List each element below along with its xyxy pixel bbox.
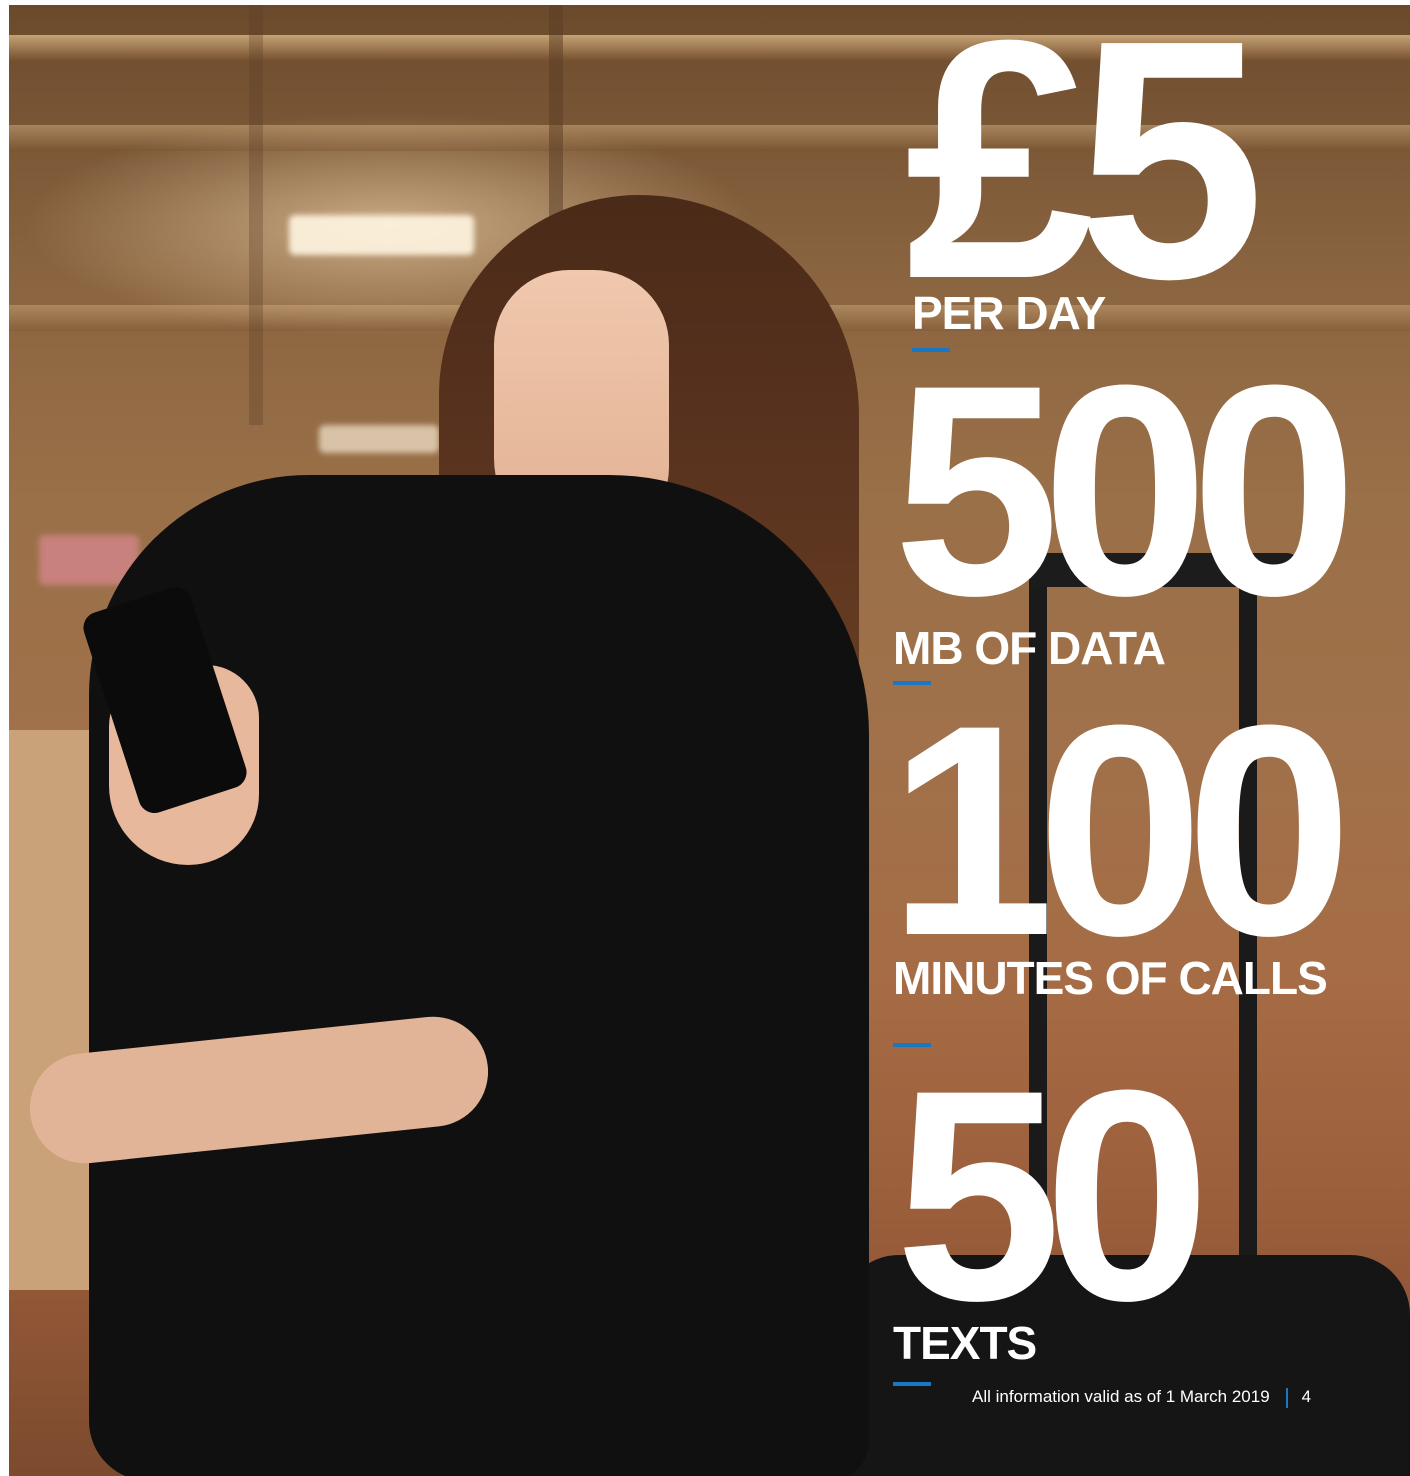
texts-label: TEXTS <box>893 1317 1037 1369</box>
minutes-value: 100 <box>888 662 1353 998</box>
footer-note: All information valid as of 1 March 2019 <box>972 1387 1270 1406</box>
data-value: 500 <box>893 322 1358 658</box>
ceiling-pillar <box>249 5 263 425</box>
ceiling-light <box>289 215 474 255</box>
black-shawl <box>89 475 869 1476</box>
page-number: 4 <box>1301 1387 1312 1406</box>
price-value: £5 <box>905 0 1265 350</box>
footer-separator <box>1285 1387 1288 1408</box>
minutes-label: MINUTES OF CALLS <box>893 952 1328 1004</box>
footer: All information valid as of 1 March 2019… <box>972 1387 1311 1408</box>
ceiling-light <box>319 425 439 453</box>
texts-value: 50 <box>895 1027 1211 1363</box>
accent-dash <box>893 1382 931 1386</box>
